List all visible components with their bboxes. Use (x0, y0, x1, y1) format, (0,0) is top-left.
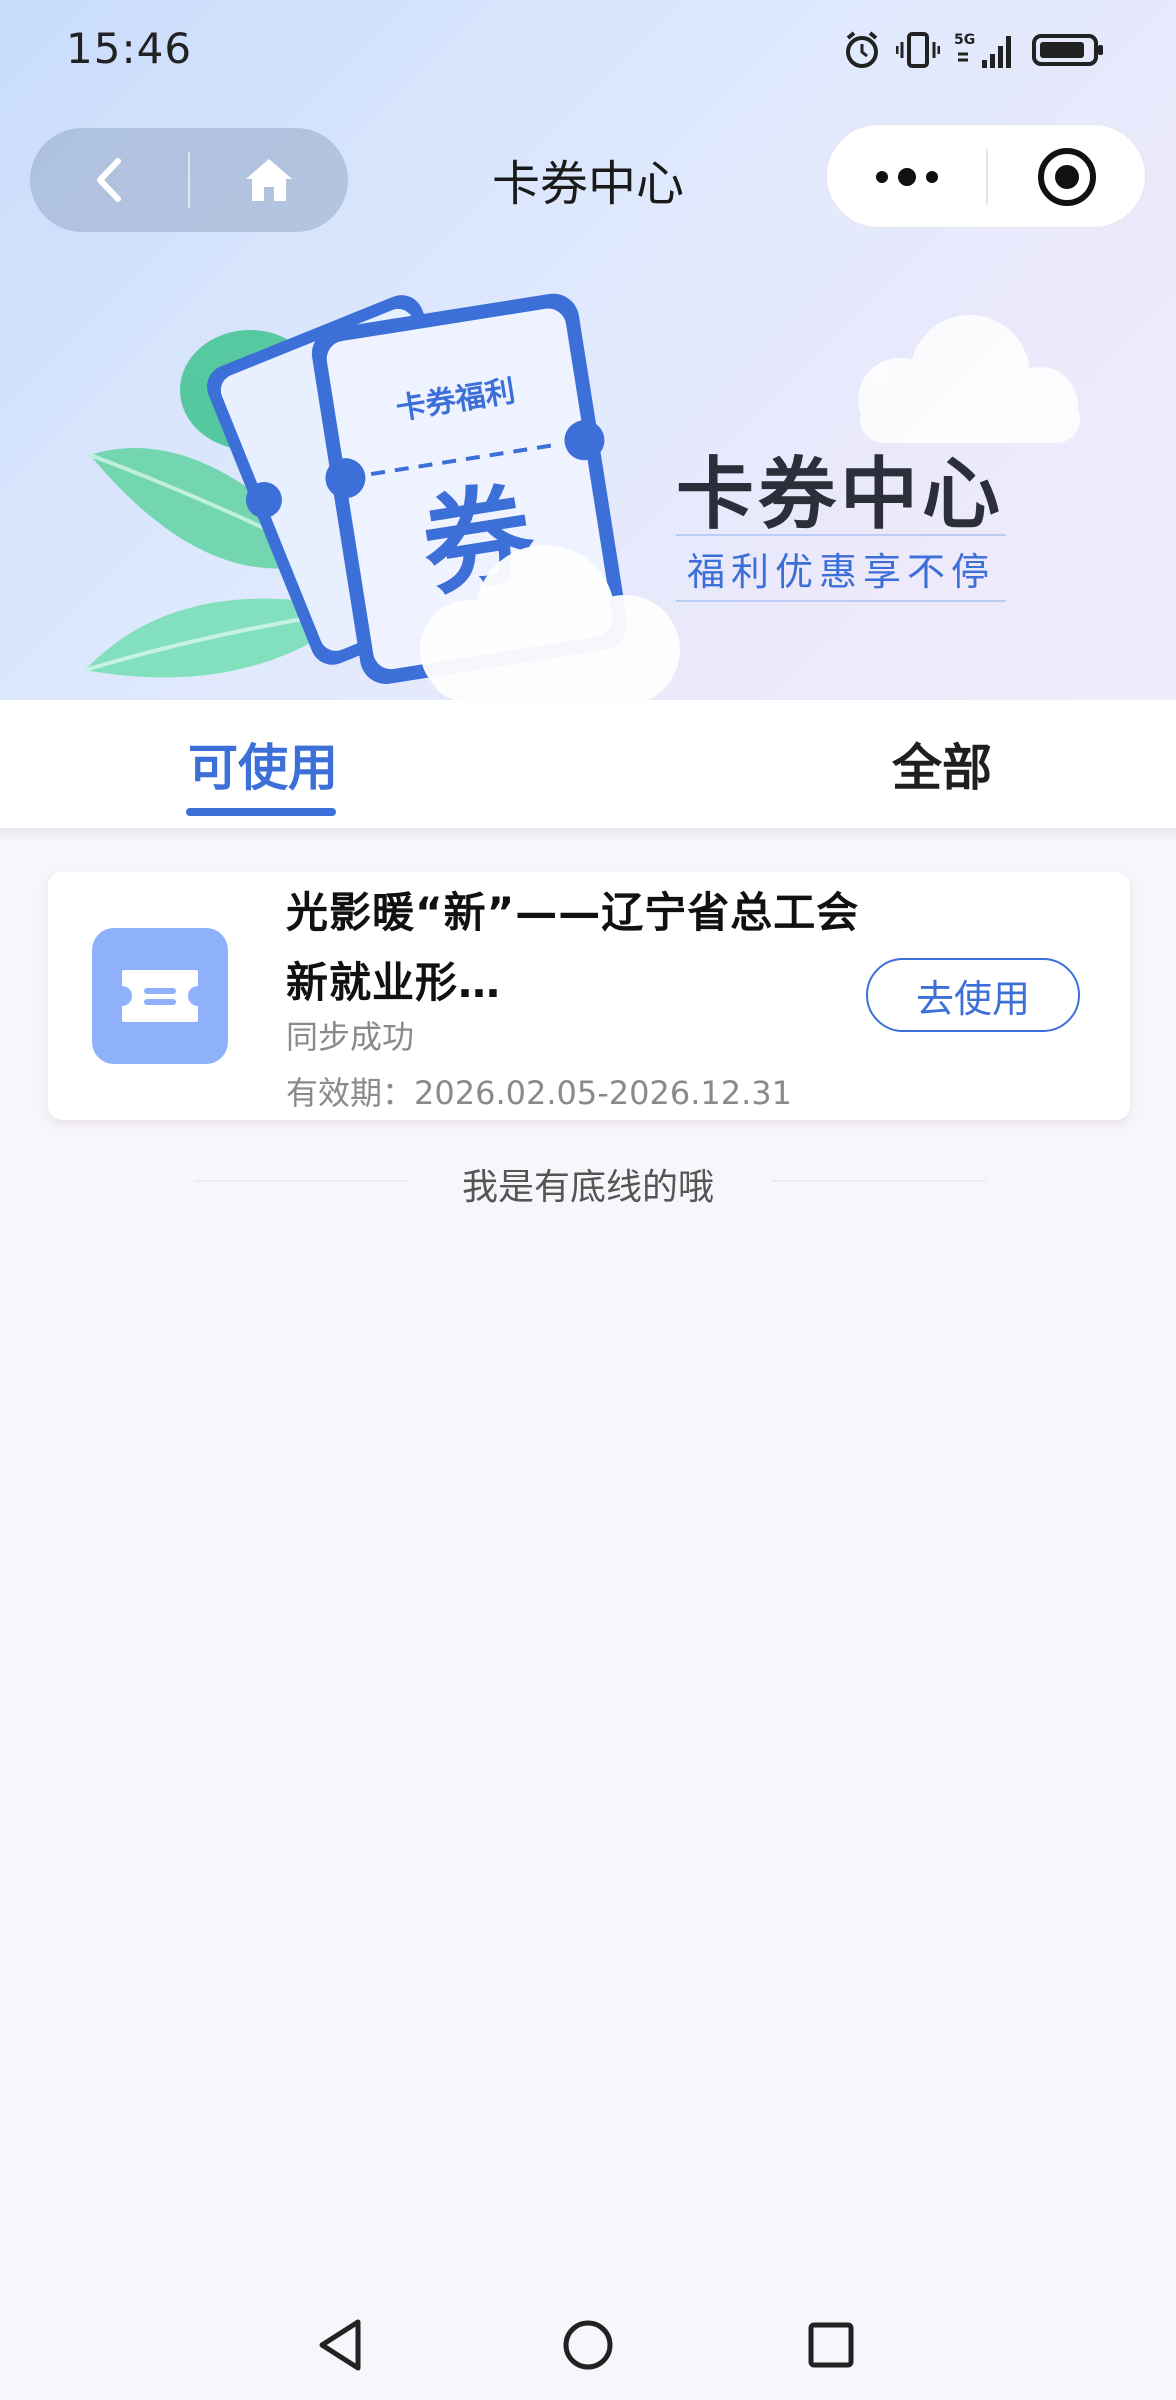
close-miniprogram-button[interactable] (987, 125, 1147, 229)
more-button[interactable] (827, 125, 987, 229)
hero-subtitle-frame: 福利优惠享不停 (676, 534, 1006, 602)
recents-square-icon (808, 2322, 854, 2368)
end-of-list-text: 我是有底线的哦 (461, 1167, 714, 1208)
target-circle-icon (1038, 148, 1096, 206)
status-bar: 15:46 5G (0, 0, 1176, 100)
5g-signal-icon: 5G (954, 32, 1011, 68)
coupon-title: 光影暖“新”——辽宁省总工会新就业形… (286, 888, 860, 1007)
tab-available[interactable]: 可使用 (188, 728, 338, 800)
battery-icon (1032, 34, 1103, 66)
hero-subtitle: 福利优惠享不停 (686, 549, 995, 594)
nav-capsule-left (30, 128, 348, 232)
status-time: 15:46 (66, 24, 193, 73)
page-title: 卡券中心 (491, 156, 684, 212)
system-recents-button[interactable] (796, 2310, 866, 2380)
back-button[interactable] (30, 128, 189, 232)
tab-bar-shadow (0, 828, 1176, 842)
hero-title: 卡券中心 (676, 450, 1005, 540)
tab-all[interactable]: 全部 (892, 728, 992, 800)
tab-bar: 可使用 全部 (0, 700, 1176, 830)
back-triangle-icon (319, 2319, 361, 2371)
coupon-validity: 有效期：2026.02.05-2026.12.31 (286, 1074, 792, 1112)
coupon-icon-tile (92, 928, 228, 1064)
divider-line (772, 1180, 986, 1182)
network-label: 5G (954, 32, 975, 48)
vibrate-icon (896, 32, 940, 68)
system-back-button[interactable] (306, 2310, 376, 2380)
status-icons: 5G (842, 28, 1106, 72)
home-button[interactable] (189, 128, 348, 232)
more-dots-icon (876, 168, 938, 186)
coupon-status: 同步成功 (286, 1018, 415, 1056)
nav-capsule-right (826, 124, 1146, 228)
coupon-card[interactable]: 光影暖“新”——辽宁省总工会新就业形… 同步成功 有效期：2026.02.05-… (48, 872, 1130, 1120)
end-of-list: 我是有底线的哦 (0, 1152, 1176, 1208)
ticket-icon (122, 970, 198, 1022)
alarm-icon (846, 31, 878, 68)
capsule-divider (188, 152, 190, 208)
system-home-button[interactable] (553, 2310, 623, 2380)
tab-active-indicator (186, 808, 336, 816)
chevron-left-icon (96, 158, 121, 202)
system-nav-bar (0, 2290, 1176, 2390)
home-icon (245, 159, 292, 201)
use-coupon-button[interactable]: 去使用 (866, 958, 1080, 1032)
home-circle-icon (563, 2320, 613, 2370)
